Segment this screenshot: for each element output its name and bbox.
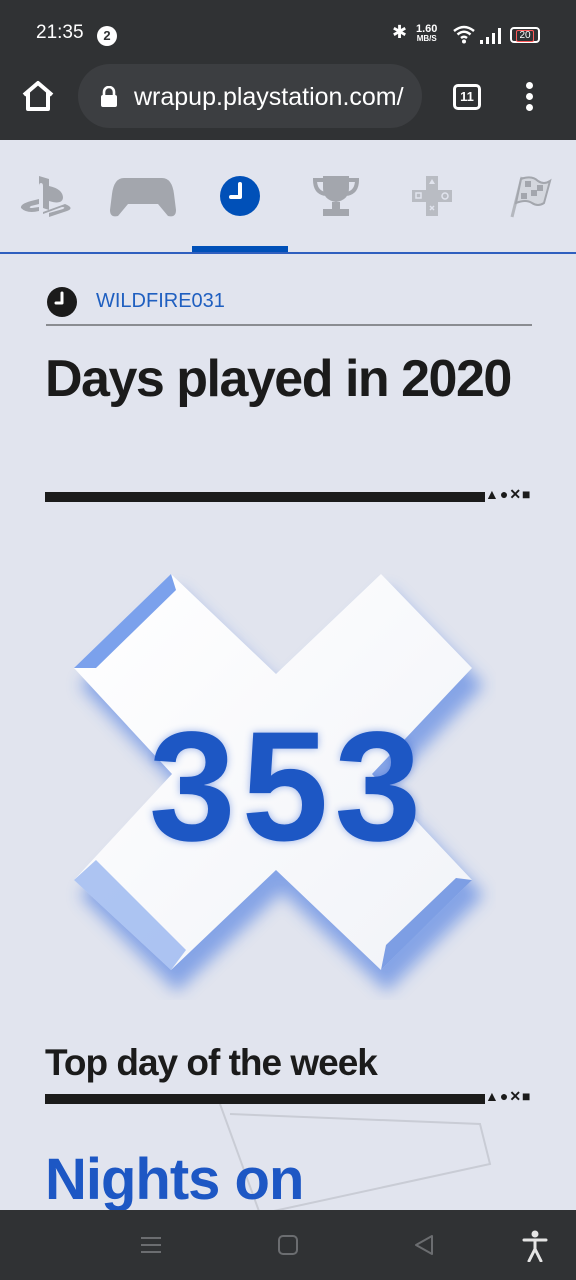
top-day-heading: Top day of the week <box>45 1042 378 1083</box>
accessibility-icon[interactable] <box>522 1230 548 1262</box>
browser-toolbar: wrapup.playstation.com/ 11 <box>0 60 576 140</box>
network-speed: 1.60 MB/S <box>416 24 437 44</box>
section-divider: ▲●✕■ <box>45 1088 531 1104</box>
home-icon[interactable] <box>20 78 56 114</box>
status-bar: 21:35 2 ✱ 1.60 MB/S 20 <box>0 0 576 60</box>
notification-count-badge: 2 <box>97 26 117 46</box>
bluetooth-icon: ✱ <box>392 22 408 42</box>
top-day-value: Nights on <box>45 1147 304 1212</box>
lock-icon <box>101 86 117 107</box>
home-square-icon[interactable] <box>278 1234 298 1256</box>
playstation-logo-icon[interactable] <box>12 168 82 224</box>
active-tab-indicator <box>192 246 288 252</box>
signal-icon <box>480 28 501 44</box>
tab-switcher-button[interactable]: 11 <box>453 84 481 110</box>
network-speed-unit: MB/S <box>416 34 437 43</box>
clock-icon[interactable] <box>205 168 275 224</box>
checkered-flag-icon[interactable] <box>493 168 563 224</box>
trophy-icon[interactable] <box>301 168 371 224</box>
days-played-value: 353 <box>148 700 428 874</box>
url-text: wrapup.playstation.com/ <box>134 83 404 111</box>
back-triangle-icon[interactable] <box>414 1234 434 1256</box>
clock-icon <box>47 287 77 317</box>
section-divider: ▲●✕■ <box>45 486 531 502</box>
playstation-shapes-icon: ▲●✕■ <box>485 486 532 502</box>
battery-level: 20 <box>516 30 534 42</box>
battery-icon: 20 <box>510 27 540 43</box>
dpad-icon[interactable] <box>397 168 467 224</box>
playstation-shapes-icon: ▲●✕■ <box>485 1088 532 1104</box>
address-bar[interactable]: wrapup.playstation.com/ <box>78 64 422 128</box>
recents-menu-icon[interactable] <box>140 1235 162 1255</box>
controller-icon[interactable] <box>108 168 178 224</box>
more-options-icon[interactable] <box>526 82 536 112</box>
status-time: 21:35 <box>36 22 84 43</box>
network-speed-value: 1.60 <box>416 23 438 35</box>
wifi-icon <box>453 25 475 44</box>
section-nav <box>0 140 576 254</box>
username: WILDFIRE031 <box>96 290 225 312</box>
page-title: Days played in 2020 <box>45 350 512 408</box>
user-header: WILDFIRE031 <box>46 286 532 326</box>
system-navigation-bar <box>0 1210 576 1280</box>
